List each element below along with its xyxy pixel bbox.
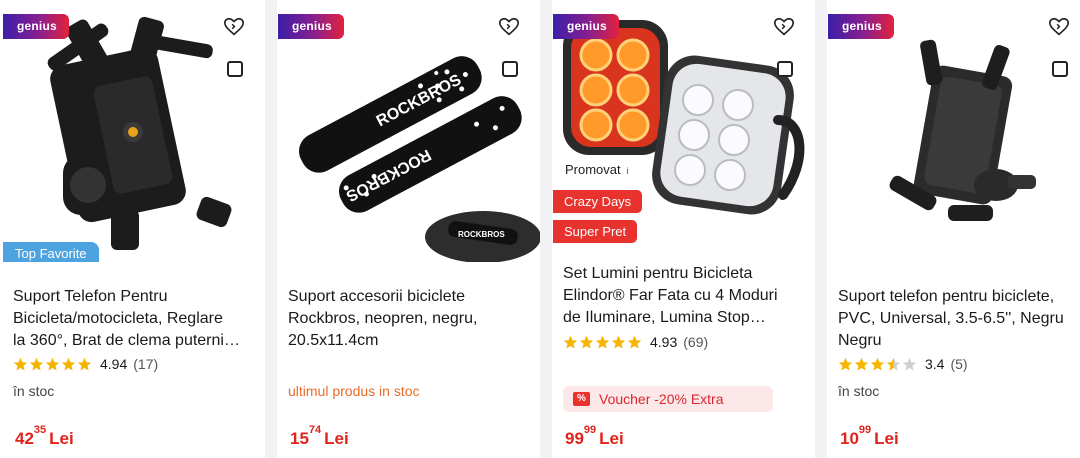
product-title[interactable]: Suport accesorii biciclete Rockbros, neo…: [288, 286, 534, 352]
star-icon: [611, 335, 626, 348]
star-icon: [886, 357, 901, 370]
compare-checkbox-icon[interactable]: [777, 61, 793, 77]
phone-holder-image: [47, 16, 232, 250]
super-pret-tag: Super Pret: [553, 220, 638, 243]
reviews-count: (17): [133, 356, 159, 372]
compare-checkbox-icon[interactable]: [1052, 61, 1068, 77]
rating[interactable]: 3.4 (5): [838, 355, 968, 373]
rockbros-pads-image: ROCKBROS ROCKBROS ROCKBROS: [299, 56, 540, 262]
voucher-text: Voucher -20% Extra: [599, 391, 724, 407]
star-icon: [902, 357, 917, 370]
stars: [563, 335, 642, 350]
star-icon: [563, 335, 578, 348]
star-icon: [870, 357, 885, 370]
star-icon: [854, 357, 869, 370]
promoted-label[interactable]: Promovat i: [557, 160, 637, 180]
product-image[interactable]: genius: [828, 0, 1080, 262]
genius-badge: genius: [828, 14, 894, 39]
voucher-badge[interactable]: % Voucher -20% Extra: [563, 386, 773, 412]
title-line: Suport Telefon Pentru: [13, 288, 168, 305]
stars: [13, 357, 92, 372]
price: 4235 Lei: [15, 424, 74, 449]
title-line: Rockbros, neopren, negru,: [288, 310, 478, 327]
title-line: Suport accesorii biciclete: [288, 288, 465, 305]
product-grid: genius Top Favorite Suport Telefon Pentr…: [0, 0, 1080, 458]
crazy-days-tag: Crazy Days: [553, 190, 643, 213]
heart-plus-icon[interactable]: [498, 16, 520, 38]
product-card-rockbros[interactable]: ROCKBROS ROCKBROS ROCKBROS genius Suport…: [278, 0, 540, 458]
product-title[interactable]: Suport Telefon Pentru Bicicleta/motocicl…: [13, 286, 259, 352]
stars: [838, 357, 917, 372]
star-icon: [77, 357, 92, 370]
product-image[interactable]: ROCKBROS ROCKBROS ROCKBROS genius: [278, 0, 540, 262]
card-divider: [265, 0, 277, 458]
title-line: 20.5x11.4cm: [288, 332, 379, 349]
price: 9999 Lei: [565, 424, 624, 449]
genius-badge: genius: [3, 14, 69, 39]
card-divider: [540, 0, 552, 458]
star-icon: [595, 335, 610, 348]
heart-plus-icon[interactable]: [773, 16, 795, 38]
title-line: la 360°, Brat de clema puterni…: [13, 332, 240, 349]
title-line: Suport telefon pentru biciclete,: [838, 288, 1055, 305]
product-image[interactable]: genius Top Favorite: [3, 0, 265, 262]
stock-status: în stoc: [13, 383, 55, 399]
phone-holder-pvc-image: [889, 39, 1036, 221]
star-icon: [579, 335, 594, 348]
title-line: Negru: [838, 332, 882, 349]
price: 1574 Lei: [290, 424, 349, 449]
rating[interactable]: 4.93 (69): [563, 333, 708, 351]
product-card-bike-lights[interactable]: genius Promovat i Crazy Days Super Pret S…: [553, 0, 815, 458]
product-title[interactable]: Set Lumini pentru Bicicleta Elindor® Far…: [563, 263, 809, 329]
heart-plus-icon[interactable]: [1048, 16, 1070, 38]
product-image[interactable]: genius Promovat i Crazy Days Super Pret: [553, 0, 815, 250]
product-card-phone-holder[interactable]: genius Top Favorite Suport Telefon Pentr…: [3, 0, 265, 458]
compare-checkbox-icon[interactable]: [502, 61, 518, 77]
stock-status: în stoc: [838, 383, 880, 399]
rating[interactable]: 4.94 (17): [13, 355, 158, 373]
star-icon: [61, 357, 76, 370]
title-line: de Iluminare, Lumina Stop…: [563, 309, 766, 326]
star-icon: [29, 357, 44, 370]
title-line: PVC, Universal, 3.5-6.5'', Negru: [838, 310, 1064, 327]
star-icon: [45, 357, 60, 370]
star-icon: [838, 357, 853, 370]
rating-value: 4.94: [100, 356, 128, 372]
title-line: Bicicleta/motocicleta, Reglare: [13, 310, 223, 327]
rating-value: 3.4: [925, 356, 945, 372]
product-card-phone-holder-pvc[interactable]: genius Suport telefon pentru biciclete, …: [828, 0, 1080, 458]
brand-text: ROCKBROS: [458, 230, 505, 239]
genius-badge: genius: [278, 14, 344, 39]
genius-badge: genius: [553, 14, 619, 39]
reviews-count: (5): [950, 356, 968, 372]
star-icon: [627, 335, 642, 348]
stock-status: ultimul produs in stoc: [288, 383, 420, 399]
info-icon[interactable]: i: [627, 166, 629, 176]
price: 1099 Lei: [840, 424, 899, 449]
star-icon: [13, 357, 28, 370]
voucher-icon: %: [573, 392, 590, 406]
top-favorite-badge: Top Favorite: [3, 242, 99, 262]
title-line: Elindor® Far Fata cu 4 Moduri: [563, 287, 778, 304]
title-line: Set Lumini pentru Bicicleta: [563, 265, 753, 282]
product-title[interactable]: Suport telefon pentru biciclete, PVC, Un…: [838, 286, 1080, 352]
card-divider: [815, 0, 827, 458]
reviews-count: (69): [683, 334, 709, 350]
rating-value: 4.93: [650, 334, 678, 350]
heart-plus-icon[interactable]: [223, 16, 245, 38]
compare-checkbox-icon[interactable]: [227, 61, 243, 77]
